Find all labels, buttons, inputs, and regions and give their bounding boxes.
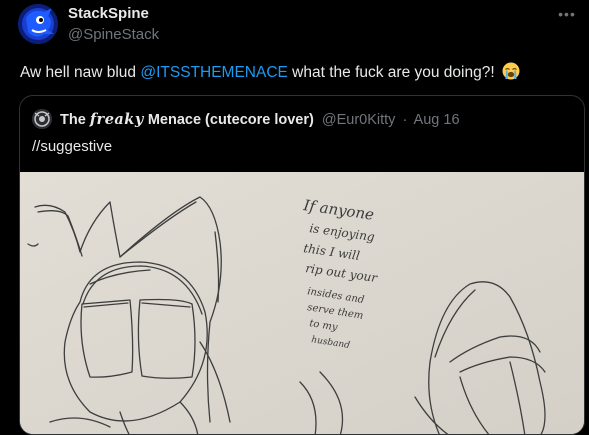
author-handle[interactable]: @SpineStack [68,26,159,44]
author-info: StackSpine @SpineStack [68,5,159,44]
quoted-tweet-header: The 𝒇𝒓𝒆𝒂𝒌𝒚 Menace (cutecore lover) @Eur0… [60,111,460,129]
more-options-button[interactable]: ••• [555,6,579,22]
tweet: StackSpine @SpineStack ••• Aw hell naw b… [0,0,589,435]
quoted-author-display-name[interactable]: The 𝒇𝒓𝒆𝒂𝒌𝒚 Menace (cutecore lover) [60,111,314,128]
quoted-author-handle[interactable]: @Eur0Kitty [322,112,396,128]
quoted-timestamp[interactable]: Aug 16 [414,112,460,128]
tweet-text: Aw hell naw blud @ITSSTHEMENACE what the… [20,62,520,86]
quoted-tweet-image[interactable]: If anyone is enjoying this I will rip ou… [20,172,584,434]
quoted-tweet-text: //suggestive [32,138,113,155]
loudly-crying-face-icon [502,62,520,86]
author-avatar[interactable] [18,4,58,44]
mention-link[interactable]: @ITSSTHEMENACE [140,64,288,81]
quoted-name-prefix: The [60,112,90,128]
quoted-name-suffix: Menace (cutecore lover) [143,112,314,128]
tweet-text-part2: what the fuck are you doing?! [287,64,499,81]
tweet-text-part1: Aw hell naw blud [20,64,141,81]
quoted-name-fancy: 𝒇𝒓𝒆𝒂𝒌𝒚 [89,111,144,128]
quoted-author-avatar[interactable] [32,109,52,129]
separator-dot: · [402,112,408,128]
pencil-sketch-image: If anyone is enjoying this I will rip ou… [20,172,584,434]
author-display-name[interactable]: StackSpine [68,5,159,23]
more-horizontal-icon: ••• [558,6,576,22]
quoted-tweet[interactable]: The 𝒇𝒓𝒆𝒂𝒌𝒚 Menace (cutecore lover) @Eur0… [19,95,585,435]
